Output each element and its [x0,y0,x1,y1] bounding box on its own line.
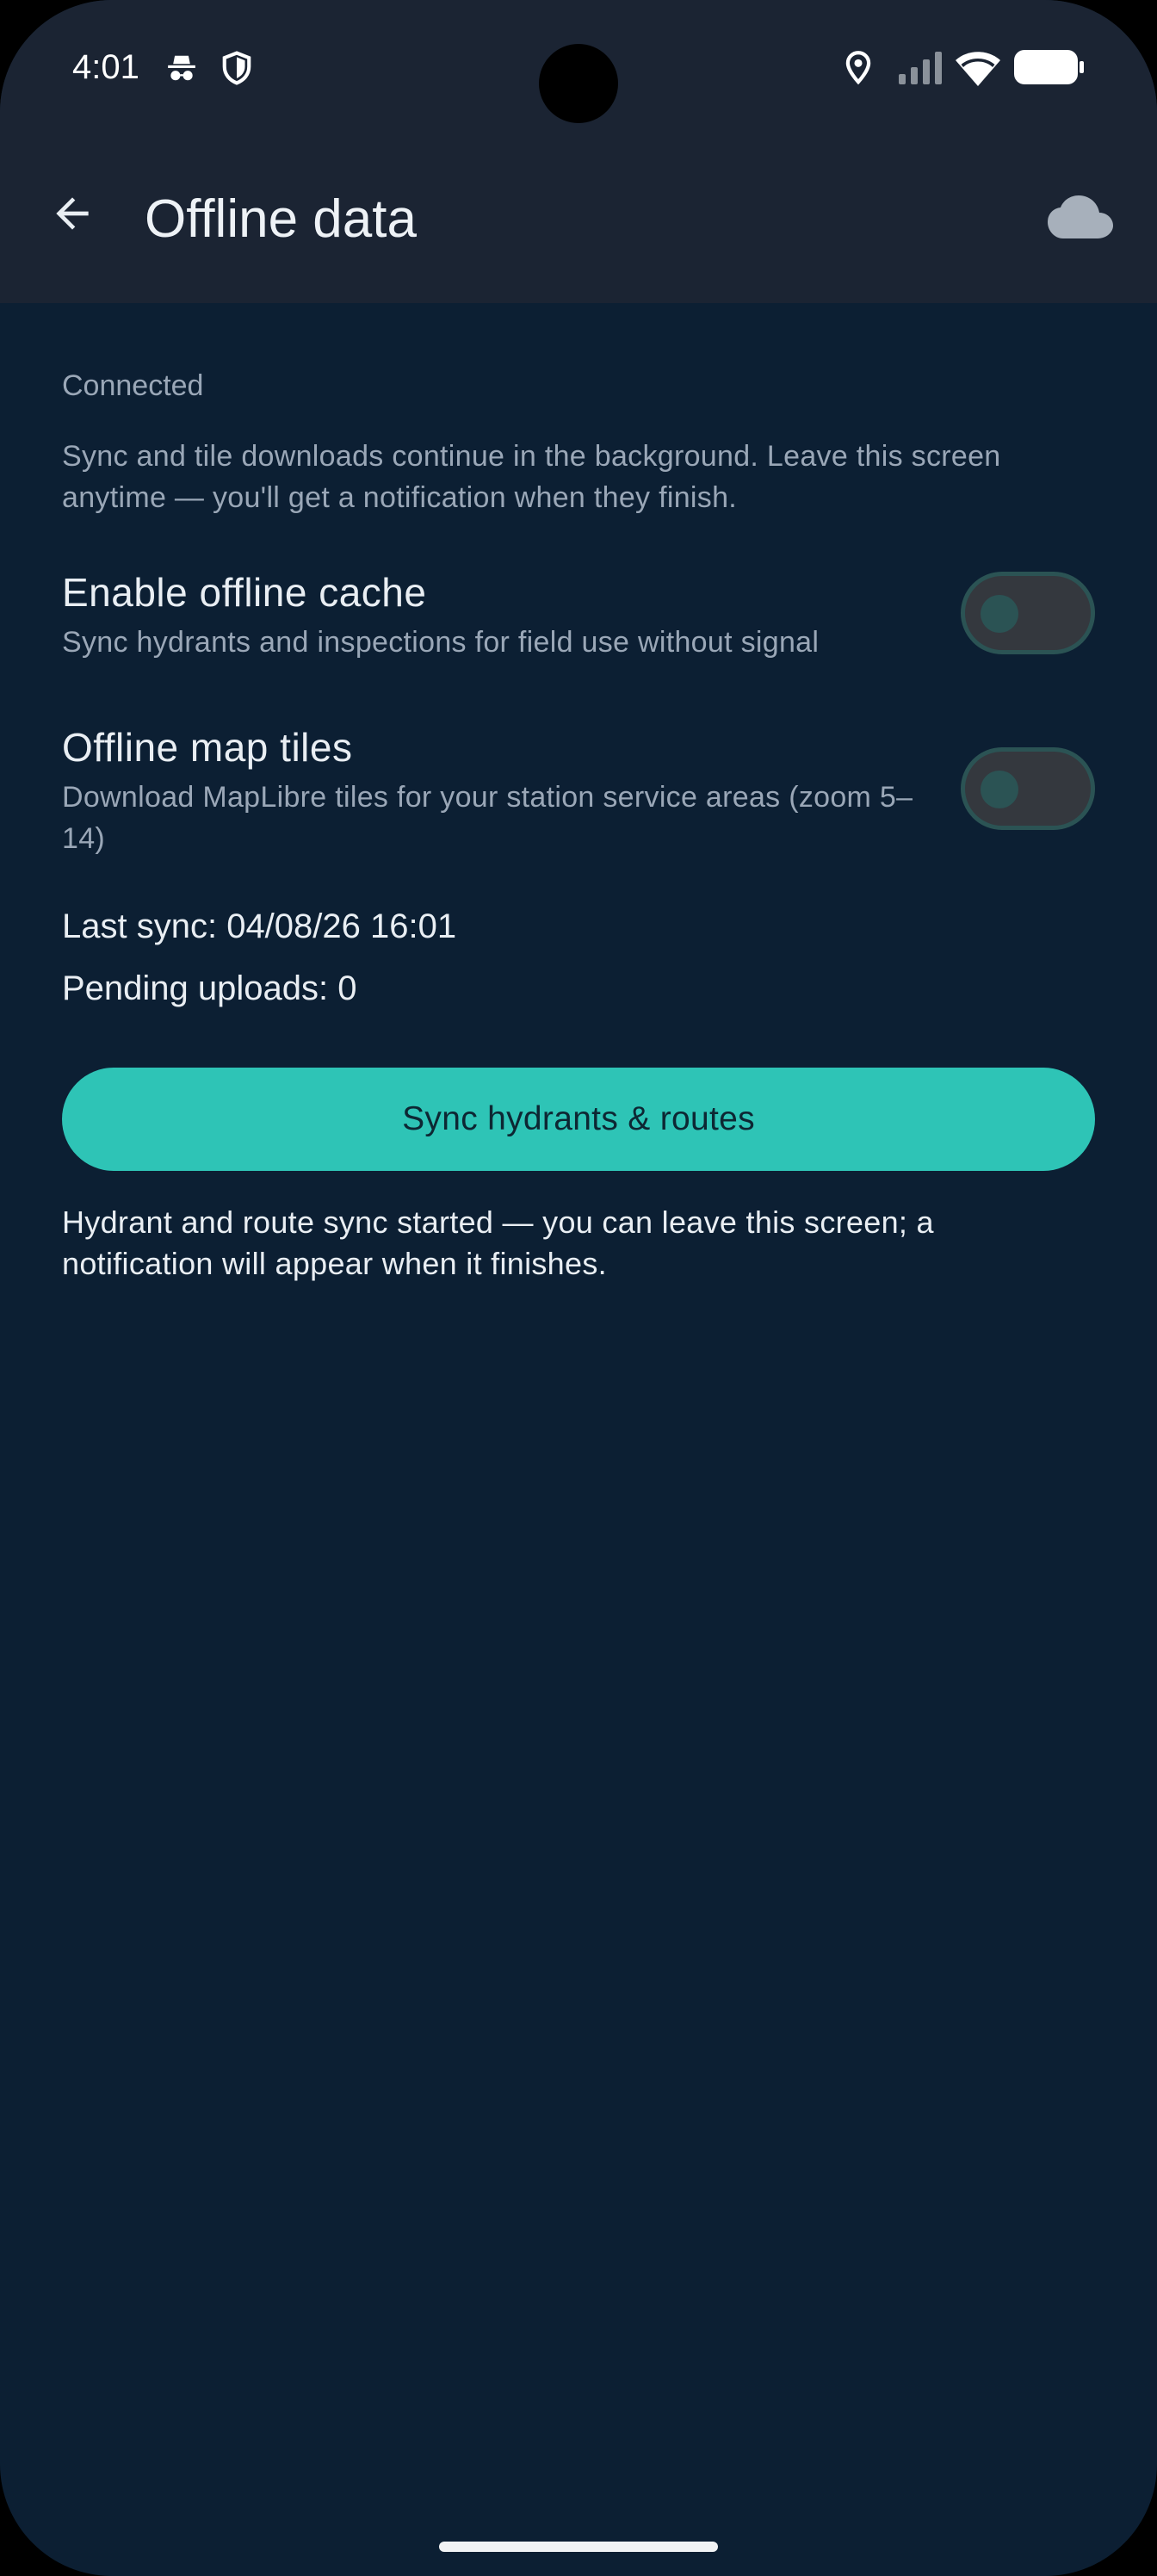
status-time: 4:01 [72,48,139,86]
pending-uploads-text: Pending uploads: 0 [62,969,357,1007]
incognito-icon [168,55,195,81]
signal-icon [899,52,942,84]
battery-icon [1014,50,1084,84]
shield-icon [222,51,251,85]
phone-screen: 4:01 Offline data Connected Sync and til… [0,0,1157,2576]
last-sync-text: Last sync: 04/08/26 16:01 [62,907,457,945]
setting-title: Offline map tiles [62,725,353,770]
sync-hydrants-routes-button[interactable]: Sync hydrants & routes [62,1068,1095,1171]
location-icon [845,51,871,85]
top-app-bar: 4:01 Offline data [0,0,1157,303]
offline-cache-toggle[interactable] [961,572,1095,654]
arrow-left-icon [56,197,89,230]
front-camera [539,44,618,123]
page-title: Offline data [145,189,417,249]
toggle-knob [981,771,1018,808]
setting-description: Download MapLibre tiles for your station… [62,781,913,855]
wifi-icon [956,52,1000,86]
back-button[interactable] [40,181,105,246]
intro-text: Sync and tile downloads continue in the … [62,440,1001,514]
toggle-knob [981,595,1018,633]
setting-offline-map-tiles[interactable]: Offline map tiles Download MapLibre tile… [62,721,1095,859]
cloud-icon [1048,195,1113,238]
setting-offline-cache[interactable]: Enable offline cache Sync hydrants and i… [62,567,1095,670]
cloud-status-button[interactable] [1042,186,1119,248]
offline-map-tiles-toggle[interactable] [961,747,1095,830]
connection-status: Connected [62,369,204,402]
setting-description: Sync hydrants and inspections for field … [62,626,820,659]
sync-status-message: Hydrant and route sync started — you can… [62,1204,934,1281]
setting-title: Enable offline cache [62,570,427,615]
home-indicator[interactable] [439,2542,718,2552]
